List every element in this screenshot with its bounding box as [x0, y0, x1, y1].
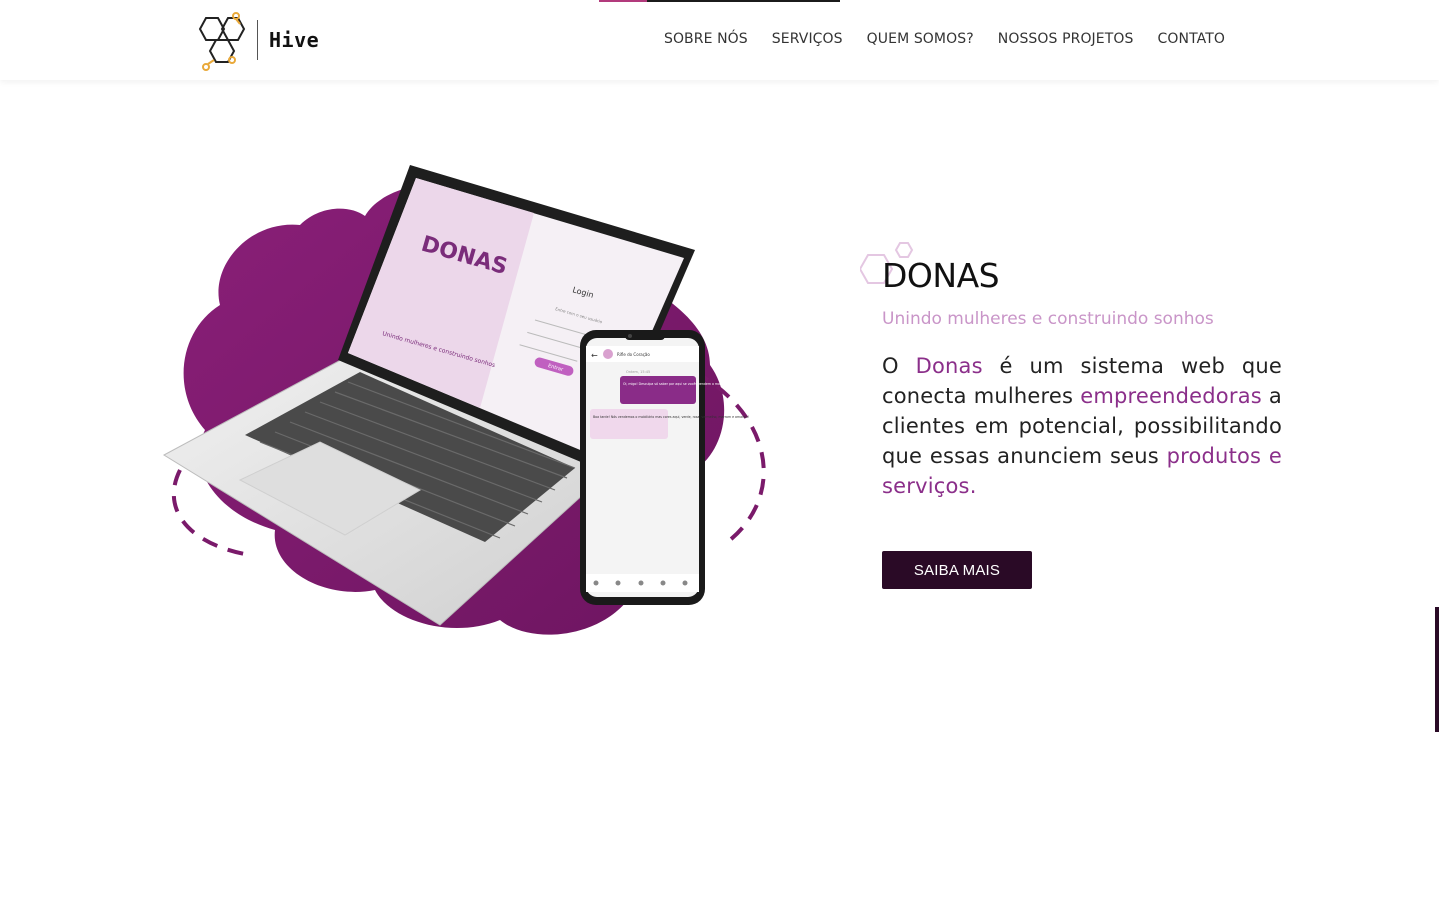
product-mockup-illustration: DONAS Unindo mulheres e construindo sonh…: [150, 150, 790, 650]
nav-item-sobre-nos[interactable]: SOBRE NÓS: [664, 31, 748, 47]
project-subtitle: Unindo mulheres e construindo sonhos: [882, 309, 1214, 329]
highlight-empreendedoras: empreendedoras: [1080, 384, 1262, 408]
nav-active-indicator: [599, 0, 840, 2]
project-title: DONAS: [882, 256, 1000, 295]
highlight-donas: Donas: [915, 354, 983, 378]
chat-message-1: Oi, migo! Desculpa só saber por aqui se …: [623, 382, 728, 386]
project-info: DONAS Unindo mulheres e construindo sonh…: [860, 242, 1283, 589]
side-scroll-tab[interactable]: [1435, 607, 1439, 732]
saiba-mais-button[interactable]: SAIBA MAIS: [882, 551, 1032, 589]
nav-item-quem-somos[interactable]: QUEM SOMOS?: [867, 31, 974, 47]
nav-item-contato[interactable]: CONTATO: [1158, 31, 1226, 47]
phone-chat-header: Rifle do Coração: [617, 352, 650, 357]
chat-message-2: Boa tarde! Nós vendemos o mobiliário mas…: [593, 415, 749, 419]
honeycomb-logo-icon: [198, 12, 246, 71]
site-header: Hive SOBRE NÓS SERVIÇOS QUEM SOMOS? NOSS…: [0, 0, 1439, 80]
nav-item-nossos-projetos[interactable]: NOSSOS PROJETOS: [998, 31, 1134, 47]
svg-text:←: ←: [591, 351, 598, 360]
brand-name: Hive: [269, 28, 320, 52]
brand-logo[interactable]: Hive: [192, 12, 322, 71]
logo-divider: [257, 20, 258, 60]
chat-date: Ontem, 15:45: [626, 370, 650, 374]
nav-item-servicos[interactable]: SERVIÇOS: [772, 31, 843, 47]
project-description: O Donas é um sistema web que conecta mul…: [882, 354, 1283, 498]
main-nav: SOBRE NÓS SERVIÇOS QUEM SOMOS? NOSSOS PR…: [664, 31, 1225, 47]
